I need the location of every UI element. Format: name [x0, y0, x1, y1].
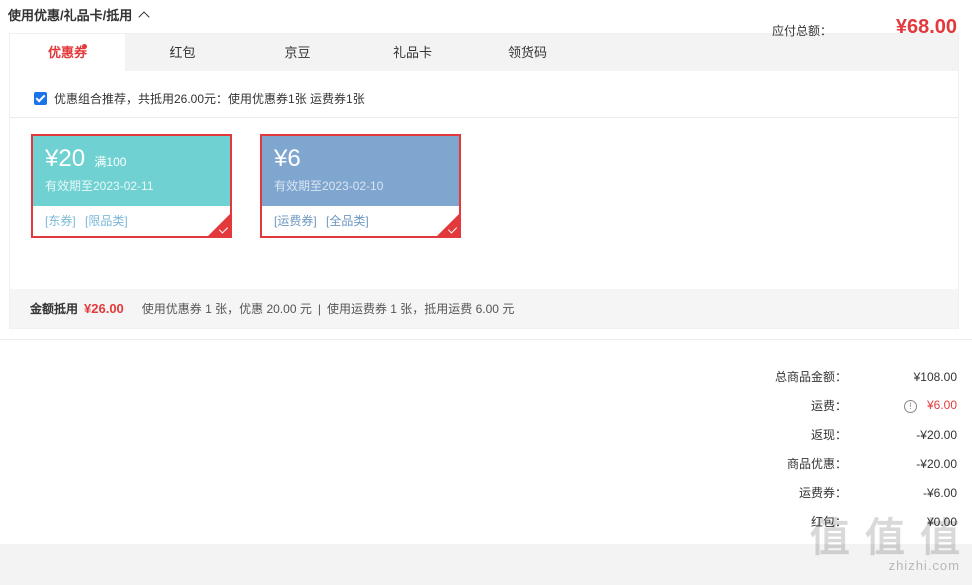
- tab-redeem-code[interactable]: 领货码: [470, 34, 585, 71]
- total-value: ¥108.00: [913, 369, 957, 384]
- coupon-card[interactable]: ¥6 有效期至2023-02-10 [运费券] [全品类]: [260, 134, 461, 238]
- chevron-up-icon[interactable]: [138, 11, 150, 23]
- discount-summary: 金额抵用 ¥26.00 使用优惠券 1 张，优惠 20.00 元 | 使用运费券…: [10, 289, 958, 328]
- total-label: 商品优惠：: [786, 457, 847, 471]
- coupon-validity: 有效期至2023-02-10: [274, 179, 384, 193]
- watermark-logo: 值 值 值: [809, 516, 962, 560]
- tab-coupons[interactable]: 优惠券: [10, 34, 125, 71]
- total-row: 运费券： -¥6.00: [727, 478, 957, 507]
- coupon-tag: [运费券]: [274, 214, 317, 228]
- divider: [10, 117, 958, 118]
- recommend-checkbox[interactable]: [34, 92, 47, 105]
- summary-detail: 使用运费券 1 张，抵用运费 6.00 元: [326, 302, 515, 316]
- total-value-wrap: ! ¥6.00: [847, 398, 957, 413]
- total-row: 总商品金额： ¥108.00: [727, 362, 957, 391]
- total-label: 运费：: [810, 399, 847, 413]
- tab-label: 领货码: [507, 45, 547, 60]
- total-label: 总商品金额：: [774, 370, 847, 384]
- info-icon[interactable]: !: [903, 399, 917, 413]
- coupon-header: ¥6 有效期至2023-02-10: [262, 136, 459, 206]
- total-label: 返现：: [810, 428, 847, 442]
- discount-panel: 优惠券 红包 京豆 礼品卡 领货码 优惠组合推荐，共抵用26.00元：使用优惠券…: [9, 33, 959, 329]
- summary-label: 金额抵用: [30, 302, 79, 316]
- tab-label: 红包: [169, 45, 196, 60]
- recommend-row: 优惠组合推荐，共抵用26.00元：使用优惠券1张 运费券1张: [34, 90, 365, 107]
- tab-jingdou[interactable]: 京豆: [240, 34, 355, 71]
- total-label: 运费券：: [798, 486, 847, 500]
- tab-gift-card[interactable]: 礼品卡: [355, 34, 470, 71]
- tab-label: 京豆: [284, 45, 311, 60]
- selected-corner: [437, 214, 459, 236]
- pay-label: 应付总额：: [771, 24, 832, 38]
- coupon-condition: 满100: [94, 155, 127, 169]
- notification-dot: [82, 44, 87, 49]
- coupon-card[interactable]: ¥20 满100 有效期至2023-02-11 [东券] [限品类]: [31, 134, 232, 238]
- watermark-text: zhizhi.com: [888, 558, 960, 573]
- total-row: 运费： ! ¥6.00: [727, 391, 957, 420]
- selected-corner: [208, 214, 230, 236]
- summary-separator: |: [317, 301, 321, 316]
- coupon-amount: ¥20: [45, 145, 86, 172]
- recommend-text: 优惠组合推荐，共抵用26.00元：使用优惠券1张 运费券1张: [54, 92, 365, 106]
- coupon-tag: [限品类]: [85, 214, 128, 228]
- coupon-tag: [东券]: [45, 214, 76, 228]
- coupon-header: ¥20 满100 有效期至2023-02-11: [33, 136, 230, 206]
- total-row: 返现： -¥20.00: [727, 420, 957, 449]
- coupon-validity: 有效期至2023-02-11: [45, 179, 154, 193]
- divider: [0, 339, 972, 340]
- tab-bar: 优惠券 红包 京豆 礼品卡 领货码: [10, 34, 958, 71]
- tab-label: 礼品卡: [392, 45, 432, 60]
- total-value: -¥20.00: [916, 456, 957, 471]
- summary-amount: ¥26.00: [84, 301, 124, 316]
- coupon-tag: [全品类]: [326, 214, 369, 228]
- coupon-tags: [东券] [限品类]: [33, 206, 230, 235]
- total-value: -¥6.00: [922, 485, 957, 500]
- pay-value: ¥68.00: [895, 16, 957, 38]
- coupon-tags: [运费券] [全品类]: [262, 206, 459, 235]
- total-row: 商品优惠： -¥20.00: [727, 449, 957, 478]
- total-value: ¥6.00: [926, 398, 957, 413]
- section-title-text: 使用优惠/礼品卡/抵用: [8, 8, 133, 23]
- tab-red-packet[interactable]: 红包: [125, 34, 240, 71]
- summary-detail: 使用优惠券 1 张，优惠 20.00 元: [141, 302, 312, 316]
- coupon-amount: ¥6: [274, 145, 301, 172]
- section-title[interactable]: 使用优惠/礼品卡/抵用: [8, 5, 150, 24]
- total-value: -¥20.00: [916, 427, 957, 442]
